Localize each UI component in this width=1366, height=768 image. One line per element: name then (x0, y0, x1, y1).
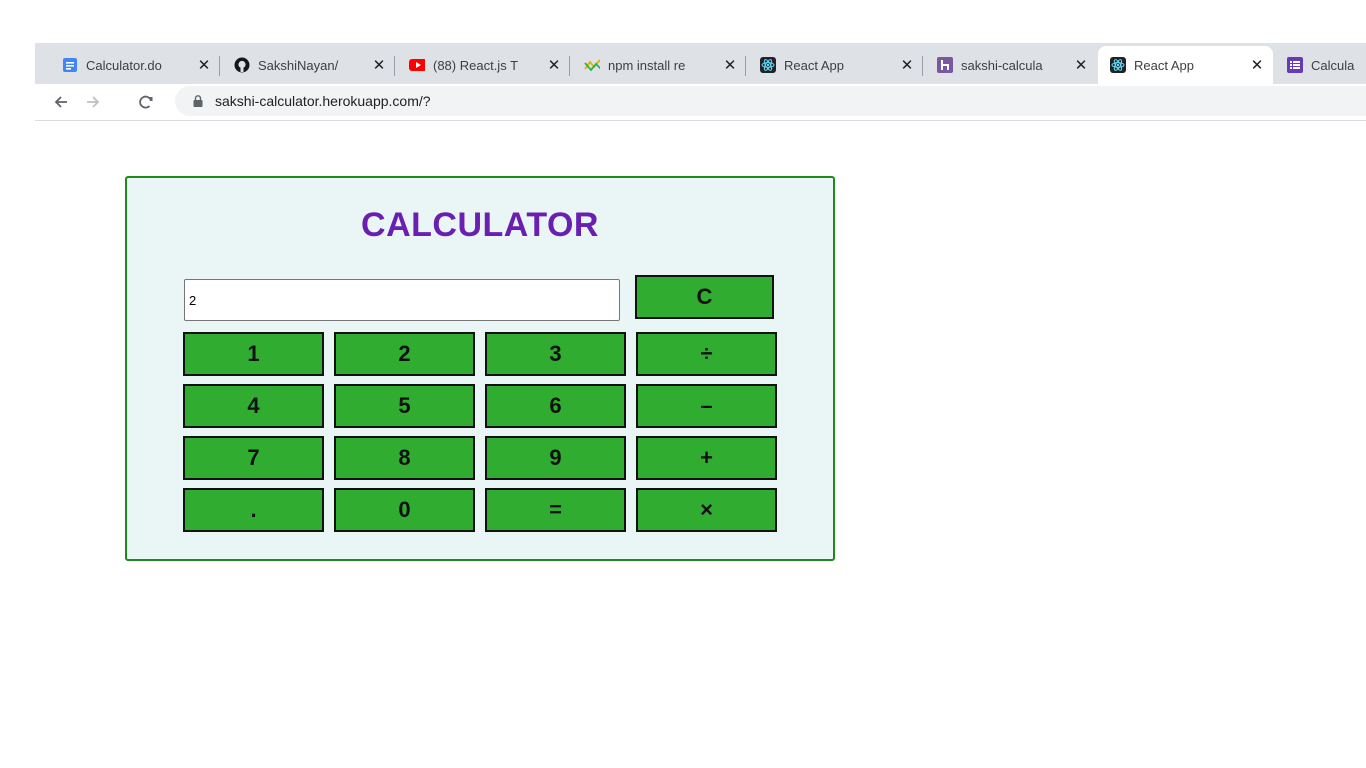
tab-title: React App (784, 57, 844, 73)
address-bar[interactable]: sakshi-calculator.herokuapp.com/? (175, 86, 1366, 116)
tab-youtube[interactable]: (88) React.js T ✕ (397, 46, 570, 84)
tab-close-icon[interactable]: ✕ (367, 56, 391, 74)
key-3-button[interactable]: 3 (485, 332, 626, 376)
tab-title: sakshi-calcula (961, 57, 1043, 73)
heroku-icon (937, 57, 953, 73)
page-title: CALCULATOR (361, 206, 599, 244)
react-icon (1110, 57, 1126, 73)
tab-calculator-form[interactable]: Calcula (1275, 46, 1366, 84)
tab-close-icon[interactable]: ✕ (1245, 56, 1269, 74)
decimal-point-button[interactable]: . (183, 488, 324, 532)
key-7-button[interactable]: 7 (183, 436, 324, 480)
key-9-button[interactable]: 9 (485, 436, 626, 480)
reload-icon (139, 95, 153, 109)
calculator-panel: CALCULATOR C 1 2 3 ÷ 4 5 6 – 7 8 9 + . 0… (125, 176, 835, 561)
tab-close-icon[interactable]: ✕ (895, 56, 919, 74)
equals-button[interactable]: = (485, 488, 626, 532)
tab-title: React App (1134, 57, 1194, 73)
tab-npm-search[interactable]: npm install re ✕ (572, 46, 746, 84)
tab-separator (569, 56, 570, 76)
key-4-button[interactable]: 4 (183, 384, 324, 428)
clear-button[interactable]: C (635, 275, 774, 319)
tab-title: Calculator.do (86, 57, 162, 73)
react-icon (760, 57, 776, 73)
reload-button[interactable] (132, 88, 160, 116)
back-arrow-icon (54, 96, 67, 108)
tab-github[interactable]: SakshiNayan/ ✕ (222, 46, 395, 84)
tab-close-icon[interactable]: ✕ (192, 56, 216, 74)
tab-title: SakshiNayan/ (258, 57, 339, 73)
subtract-button[interactable]: – (636, 384, 777, 428)
form-icon (1287, 57, 1303, 73)
tab-title: (88) React.js T (433, 57, 519, 73)
add-button[interactable]: + (636, 436, 777, 480)
forward-arrow-icon (87, 96, 100, 108)
browser-tab-strip: Calculator.do ✕ SakshiNayan/ ✕ (88) Reac… (35, 43, 1366, 84)
tab-heroku[interactable]: sakshi-calcula ✕ (925, 46, 1097, 84)
tab-title: Calcula (1311, 57, 1355, 73)
browser-toolbar: sakshi-calculator.herokuapp.com/? (35, 84, 1366, 121)
github-icon (234, 57, 250, 73)
tab-react-app-active[interactable]: React App ✕ (1098, 46, 1273, 84)
tab-separator (745, 56, 746, 76)
tab-close-icon[interactable]: ✕ (1069, 56, 1093, 74)
divide-button[interactable]: ÷ (636, 332, 777, 376)
multiply-button[interactable]: × (636, 488, 777, 532)
tab-react-app-1[interactable]: React App ✕ (748, 46, 923, 84)
tab-title: npm install re (608, 57, 686, 73)
tab-calculator-doc[interactable]: Calculator.do ✕ (50, 46, 220, 84)
tab-close-icon[interactable]: ✕ (718, 56, 742, 74)
tab-close-icon[interactable]: ✕ (542, 56, 566, 74)
youtube-icon (409, 57, 425, 73)
key-6-button[interactable]: 6 (485, 384, 626, 428)
key-1-button[interactable]: 1 (183, 332, 324, 376)
url-text: sakshi-calculator.herokuapp.com/? (215, 93, 431, 109)
back-button[interactable] (47, 88, 75, 116)
tab-separator (394, 56, 395, 76)
npm-search-icon (584, 57, 600, 73)
calculator-display-input[interactable] (184, 279, 620, 321)
key-5-button[interactable]: 5 (334, 384, 475, 428)
tab-separator (219, 56, 220, 76)
key-0-button[interactable]: 0 (334, 488, 475, 532)
key-8-button[interactable]: 8 (334, 436, 475, 480)
tab-separator (922, 56, 923, 76)
key-2-button[interactable]: 2 (334, 332, 475, 376)
google-docs-icon (62, 57, 78, 73)
forward-button[interactable] (79, 88, 107, 116)
lock-icon (193, 95, 203, 107)
